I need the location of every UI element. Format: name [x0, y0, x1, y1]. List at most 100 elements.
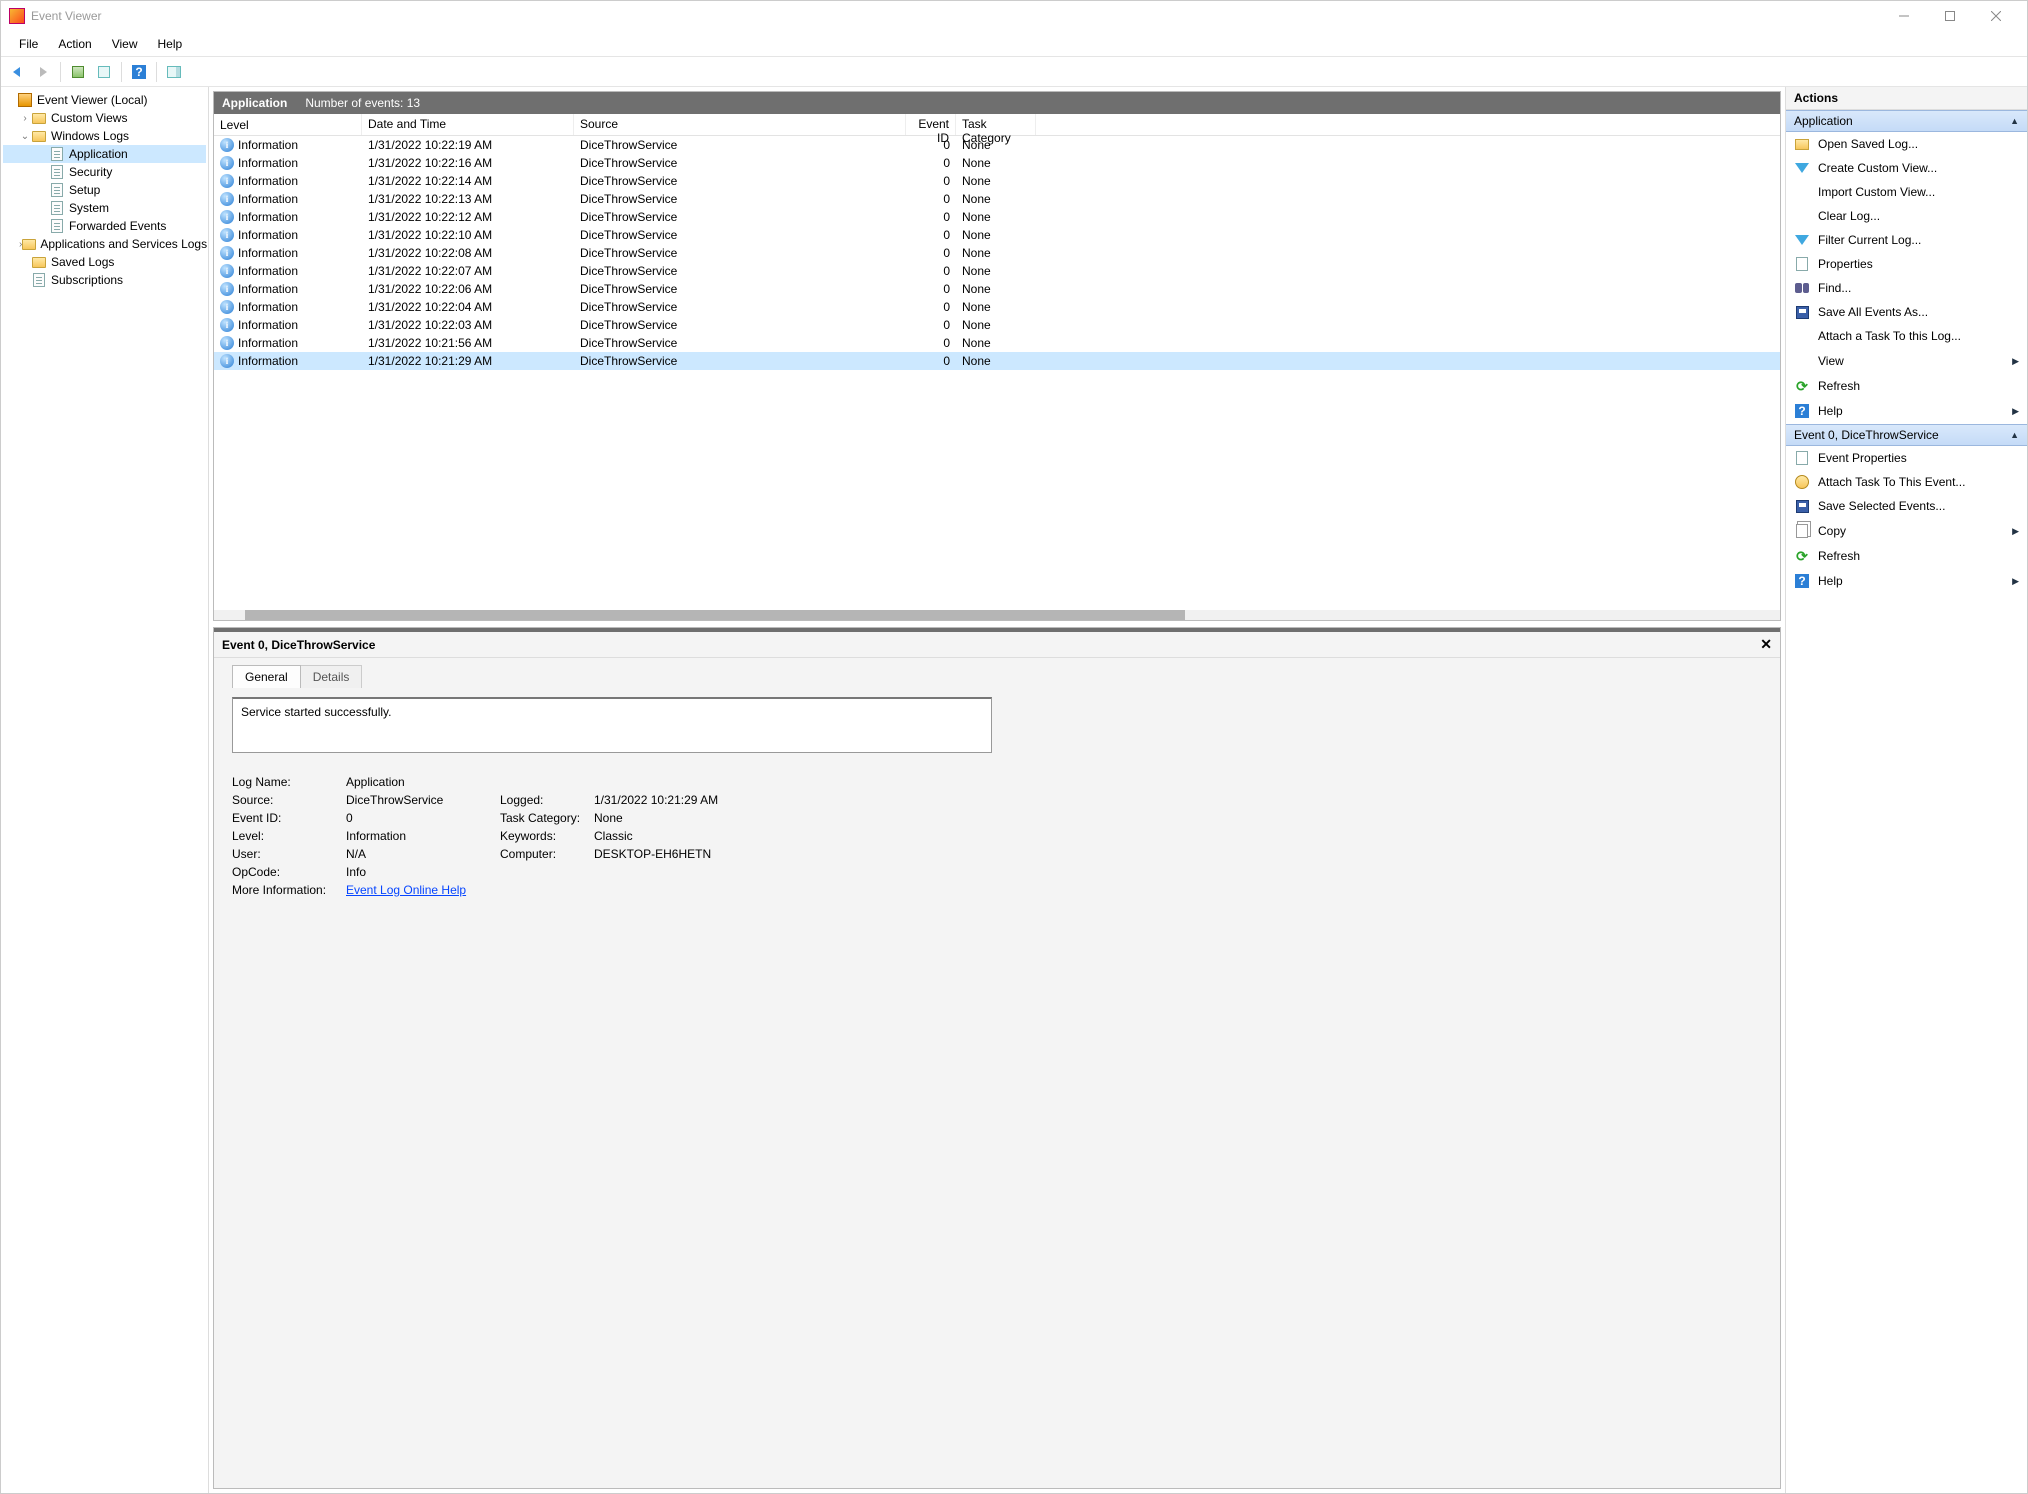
action-label: Import Custom View... [1818, 185, 1935, 199]
scrollbar-thumb[interactable] [245, 610, 1185, 620]
minimize-button[interactable] [1881, 2, 1927, 30]
value-user: N/A [346, 847, 496, 861]
action-help[interactable]: ?Help▶ [1786, 398, 2027, 424]
menu-help[interactable]: Help [148, 33, 193, 55]
event-properties-grid: Log Name: Application Source: DiceThrowS… [232, 775, 1762, 897]
back-button[interactable] [5, 60, 29, 84]
tree-setup[interactable]: Setup [3, 181, 206, 199]
action-attach-task-log[interactable]: Attach a Task To this Log... [1786, 324, 2027, 348]
cell-taskcategory: None [956, 246, 1036, 260]
event-row[interactable]: iInformation1/31/2022 10:22:16 AMDiceThr… [214, 154, 1780, 172]
horizontal-scrollbar[interactable] [214, 610, 1780, 620]
menu-action[interactable]: Action [48, 33, 101, 55]
tree-subscriptions[interactable]: Subscriptions [3, 271, 206, 289]
label-event-id: Event ID: [232, 811, 342, 825]
cell-level: iInformation [214, 156, 362, 170]
label-computer: Computer: [500, 847, 590, 861]
col-eventid[interactable]: Event ID [906, 114, 956, 135]
menu-view[interactable]: View [102, 33, 148, 55]
details-close-button[interactable]: ✕ [1760, 636, 1772, 653]
label-source: Source: [232, 793, 342, 807]
event-row[interactable]: iInformation1/31/2022 10:21:56 AMDiceThr… [214, 334, 1780, 352]
link-online-help[interactable]: Event Log Online Help [346, 883, 466, 897]
action-label: Save All Events As... [1818, 305, 1928, 319]
tree-security[interactable]: Security [3, 163, 206, 181]
menu-file[interactable]: File [9, 33, 48, 55]
action-view-submenu[interactable]: View▶ [1786, 348, 2027, 374]
events-grid[interactable]: Level Date and Time Source Event ID Task… [214, 114, 1780, 620]
action-save-all-events[interactable]: Save All Events As... [1786, 300, 2027, 324]
cell-datetime: 1/31/2022 10:22:12 AM [362, 210, 574, 224]
cell-source: DiceThrowService [574, 174, 906, 188]
info-icon: i [220, 336, 234, 350]
action-attach-task-event[interactable]: Attach Task To This Event... [1786, 470, 2027, 494]
action-save-selected-events[interactable]: Save Selected Events... [1786, 494, 2027, 518]
action-create-custom-view[interactable]: Create Custom View... [1786, 156, 2027, 180]
event-row[interactable]: iInformation1/31/2022 10:22:08 AMDiceThr… [214, 244, 1780, 262]
tree-custom-views[interactable]: ›Custom Views [3, 109, 206, 127]
action-properties[interactable]: Properties [1786, 252, 2027, 276]
action-refresh-event[interactable]: ⟳Refresh [1786, 544, 2027, 568]
help-toolbar-button[interactable]: ? [127, 60, 151, 84]
action-import-custom-view[interactable]: Import Custom View... [1786, 180, 2027, 204]
grid-header[interactable]: Level Date and Time Source Event ID Task… [214, 114, 1780, 136]
cell-datetime: 1/31/2022 10:22:03 AM [362, 318, 574, 332]
tree-windows-logs[interactable]: ⌄Windows Logs [3, 127, 206, 145]
col-source[interactable]: Source [574, 114, 906, 135]
action-label: Open Saved Log... [1818, 137, 1918, 151]
maximize-button[interactable] [1927, 2, 1973, 30]
action-label: Event Properties [1818, 451, 1907, 465]
action-help-event[interactable]: ?Help▶ [1786, 568, 2027, 594]
actions-group-application[interactable]: Application ▲ [1786, 110, 2027, 132]
col-taskcategory[interactable]: Task Category [956, 114, 1036, 135]
action-open-saved-log[interactable]: Open Saved Log... [1786, 132, 2027, 156]
action-label: Attach Task To This Event... [1818, 475, 1965, 489]
col-level[interactable]: Level [214, 114, 362, 135]
tree-application[interactable]: Application [3, 145, 206, 163]
tree-label: Applications and Services Logs [40, 237, 207, 251]
tab-general[interactable]: General [232, 665, 301, 688]
cell-eventid: 0 [906, 246, 956, 260]
tree-saved-logs[interactable]: Saved Logs [3, 253, 206, 271]
tree-forwarded-events[interactable]: Forwarded Events [3, 217, 206, 235]
tree-label: Forwarded Events [69, 219, 166, 233]
event-row[interactable]: iInformation1/31/2022 10:22:07 AMDiceThr… [214, 262, 1780, 280]
tab-details[interactable]: Details [301, 665, 363, 688]
center-pane: Application Number of events: 13 Level D… [209, 87, 1785, 1493]
tree-pane[interactable]: Event Viewer (Local) ›Custom Views ⌄Wind… [1, 87, 209, 1493]
event-row[interactable]: iInformation1/31/2022 10:22:19 AMDiceThr… [214, 136, 1780, 154]
show-hide-tree-button[interactable] [66, 60, 90, 84]
info-icon: i [220, 138, 234, 152]
action-clear-log[interactable]: Clear Log... [1786, 204, 2027, 228]
event-row[interactable]: iInformation1/31/2022 10:21:29 AMDiceThr… [214, 352, 1780, 370]
event-row[interactable]: iInformation1/31/2022 10:22:13 AMDiceThr… [214, 190, 1780, 208]
action-find[interactable]: Find... [1786, 276, 2027, 300]
label-keywords: Keywords: [500, 829, 590, 843]
actions-group-event[interactable]: Event 0, DiceThrowService ▲ [1786, 424, 2027, 446]
event-row[interactable]: iInformation1/31/2022 10:22:14 AMDiceThr… [214, 172, 1780, 190]
action-refresh[interactable]: ⟳Refresh [1786, 374, 2027, 398]
action-event-properties[interactable]: Event Properties [1786, 446, 2027, 470]
tree-app-services-logs[interactable]: ›Applications and Services Logs [3, 235, 206, 253]
action-copy[interactable]: Copy▶ [1786, 518, 2027, 544]
forward-button[interactable] [31, 60, 55, 84]
info-icon: i [220, 174, 234, 188]
col-datetime[interactable]: Date and Time [362, 114, 574, 135]
cell-source: DiceThrowService [574, 192, 906, 206]
info-icon: i [220, 228, 234, 242]
close-button[interactable] [1973, 2, 2019, 30]
event-row[interactable]: iInformation1/31/2022 10:22:12 AMDiceThr… [214, 208, 1780, 226]
event-row[interactable]: iInformation1/31/2022 10:22:03 AMDiceThr… [214, 316, 1780, 334]
action-filter-current-log[interactable]: Filter Current Log... [1786, 228, 2027, 252]
event-row[interactable]: iInformation1/31/2022 10:22:04 AMDiceThr… [214, 298, 1780, 316]
cell-taskcategory: None [956, 318, 1036, 332]
properties-toolbar-button[interactable] [92, 60, 116, 84]
event-viewer-window: Event Viewer File Action View Help ? Eve… [0, 0, 2028, 1494]
event-row[interactable]: iInformation1/31/2022 10:22:10 AMDiceThr… [214, 226, 1780, 244]
event-row[interactable]: iInformation1/31/2022 10:22:06 AMDiceThr… [214, 280, 1780, 298]
tree-system[interactable]: System [3, 199, 206, 217]
tree-root[interactable]: Event Viewer (Local) [3, 91, 206, 109]
grid-body[interactable]: iInformation1/31/2022 10:22:19 AMDiceThr… [214, 136, 1780, 610]
show-action-pane-button[interactable] [162, 60, 186, 84]
info-icon: i [220, 282, 234, 296]
